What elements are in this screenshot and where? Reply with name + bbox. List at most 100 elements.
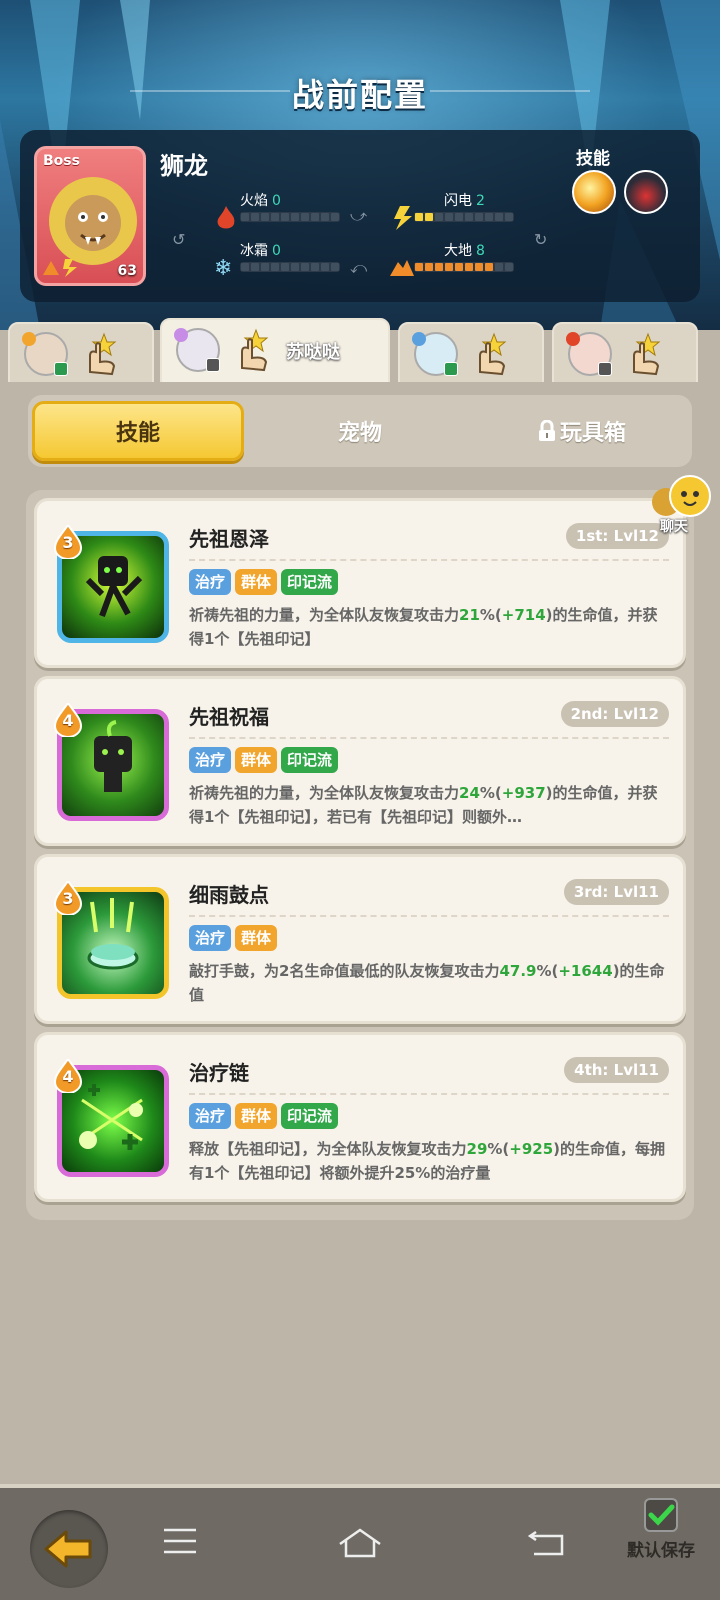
tab-skills[interactable]: 技能 (32, 401, 244, 461)
lock-icon (538, 420, 555, 441)
skill-card[interactable]: 3 先祖恩泽 1st: Lvl12 治疗 群体 印记流 祈祷先祖的力量，为全体队… (34, 498, 686, 668)
desc-bonus: +1644 (558, 962, 613, 980)
bar-segment (331, 263, 339, 271)
skill-card[interactable]: 4 治疗链 4th: Lvl11 治疗 群体 印记流 释放【先祖印记】，为全体队… (34, 1032, 686, 1202)
default-save-toggle[interactable]: 默认保存 (616, 1498, 706, 1561)
bar-segment (435, 263, 443, 271)
tab-toybox-label: 玩具箱 (559, 421, 626, 446)
bar-segment (331, 213, 339, 221)
tag-heal: 治疗 (189, 569, 232, 595)
bar-segment (281, 263, 289, 271)
desc-text: 祈祷先祖的力量，为全体队友恢复攻击力 (189, 606, 460, 624)
skill-list: 3 先祖恩泽 1st: Lvl12 治疗 群体 印记流 祈祷先祖的力量，为全体队… (26, 490, 694, 1220)
skill-cost: 3 (62, 533, 74, 552)
frost-value: 0 (272, 243, 281, 259)
desc-text: 敲打手鼓，为2名生命值最低的队友恢复攻击力 (189, 962, 500, 980)
skill-title: 先祖祝福 (189, 705, 269, 729)
boss-portrait[interactable]: Boss 63 (34, 146, 146, 286)
bar-segment (241, 263, 249, 271)
fire-orb-icon[interactable] (572, 170, 616, 214)
bar-segment (271, 263, 279, 271)
role-badge-icon (174, 328, 188, 342)
skill-cost: 4 (62, 1067, 74, 1086)
frost-bar (240, 262, 340, 272)
skill-card[interactable]: 3 细雨鼓点 3rd: Lvl11 治疗 群体 敲打手鼓，为2名生命值最低的队友… (34, 854, 686, 1024)
desc-bonus: +925 (509, 1140, 554, 1158)
bar-segment (301, 263, 309, 271)
chat-label[interactable]: 聊天 (660, 516, 688, 536)
tag-group: 群体 (235, 925, 278, 951)
bar-segment (415, 213, 423, 221)
fire-label: 火焰 (240, 193, 268, 209)
bar-segment (455, 263, 463, 271)
bar-segment (495, 263, 503, 271)
back-button[interactable] (30, 1510, 108, 1588)
bar-segment (311, 263, 319, 271)
boss-name: 狮龙 (160, 152, 208, 180)
tab-pets-label: 宠物 (337, 421, 382, 446)
skill-description: 祈祷先祖的力量，为全体队友恢复攻击力21%(+714)的生命值，并获得1个【先祖… (189, 603, 669, 651)
bar-segment (465, 263, 473, 271)
skill-card[interactable]: 4 先祖祝福 2nd: Lvl12 治疗 群体 印记流 祈祷先祖的力量，为全体队… (34, 676, 686, 846)
hero-tab-2[interactable]: 苏哒哒 (160, 318, 390, 384)
skill-description: 释放【先祖印记】，为全体队友恢复攻击力29%(+925)的生命值，每拥有1个【先… (189, 1137, 669, 1185)
tab-pets[interactable]: 宠物 (254, 401, 466, 461)
tab-skills-label: 技能 (115, 421, 160, 446)
frost-icon: ❄ (214, 256, 233, 281)
bar-segment (425, 263, 433, 271)
bar-segment (475, 263, 483, 271)
bar-segment (505, 213, 513, 221)
bar-segment (301, 213, 309, 221)
dragon-skill-icon[interactable] (624, 170, 668, 214)
return-icon[interactable] (528, 1526, 568, 1558)
earth-stat: 大地 8 (444, 240, 485, 260)
desc-bonus: +937 (501, 784, 546, 802)
cycle-arrow-icon: ↺ (172, 230, 186, 249)
skill-tags: 治疗 群体 印记流 (189, 569, 339, 595)
hero-name: 苏哒哒 (286, 342, 340, 363)
divider (189, 1093, 669, 1095)
desc-text: 祈祷先祖的力量，为全体队友恢复攻击力 (189, 784, 460, 802)
back-arrow-icon (44, 1530, 92, 1568)
hero-tabs: 苏哒哒 (0, 318, 720, 384)
tag-mark: 印记流 (281, 747, 339, 773)
desc-unit: %( (487, 1140, 510, 1158)
fire-value: 0 (272, 193, 281, 209)
bar-segment (445, 263, 453, 271)
bar-segment (241, 213, 249, 221)
hero-status-icon (54, 362, 68, 376)
bar-segment (495, 213, 503, 221)
save-checkbox[interactable] (644, 1498, 678, 1532)
skill-tags: 治疗 群体 (189, 925, 278, 951)
home-icon[interactable] (336, 1526, 384, 1560)
skill-title: 先祖恩泽 (189, 527, 269, 551)
lightning-stat: 闪电 2 (444, 190, 485, 210)
tab-toybox[interactable]: 玩具箱 (476, 401, 688, 461)
tap-hand-icon (89, 332, 117, 376)
bar-segment (311, 213, 319, 221)
desc-unit: %( (536, 962, 559, 980)
skill-rank: 3rd: Lvl11 (563, 879, 669, 905)
boss-skills-label: 技能 (576, 149, 610, 169)
desc-bonus: +714 (501, 606, 546, 624)
lion-dragon-icon (49, 177, 137, 265)
tag-heal: 治疗 (189, 747, 232, 773)
hero-tab-4[interactable] (552, 322, 698, 384)
hero-tab-3[interactable] (398, 322, 544, 384)
frost-stat: 冰霜 0 (240, 240, 281, 260)
boss-element-icons (43, 259, 77, 277)
lightning-label: 闪电 (444, 193, 472, 209)
skill-description: 敲打手鼓，为2名生命值最低的队友恢复攻击力47.9%(+1644)的生命值 (189, 959, 669, 1007)
divider (189, 737, 669, 739)
lightning-value: 2 (476, 193, 485, 209)
bottom-nav-bar: 默认保存 (0, 1488, 720, 1600)
skill-cost: 4 (62, 711, 74, 730)
skill-title: 治疗链 (189, 1061, 249, 1085)
fire-bar (240, 212, 340, 222)
bar-segment (445, 213, 453, 221)
hero-tab-1[interactable] (8, 322, 154, 384)
earth-label: 大地 (444, 243, 472, 259)
menu-icon[interactable] (162, 1526, 198, 1556)
fire-stat: 火焰 0 (240, 190, 281, 210)
page-title: 战前配置 (291, 76, 428, 114)
